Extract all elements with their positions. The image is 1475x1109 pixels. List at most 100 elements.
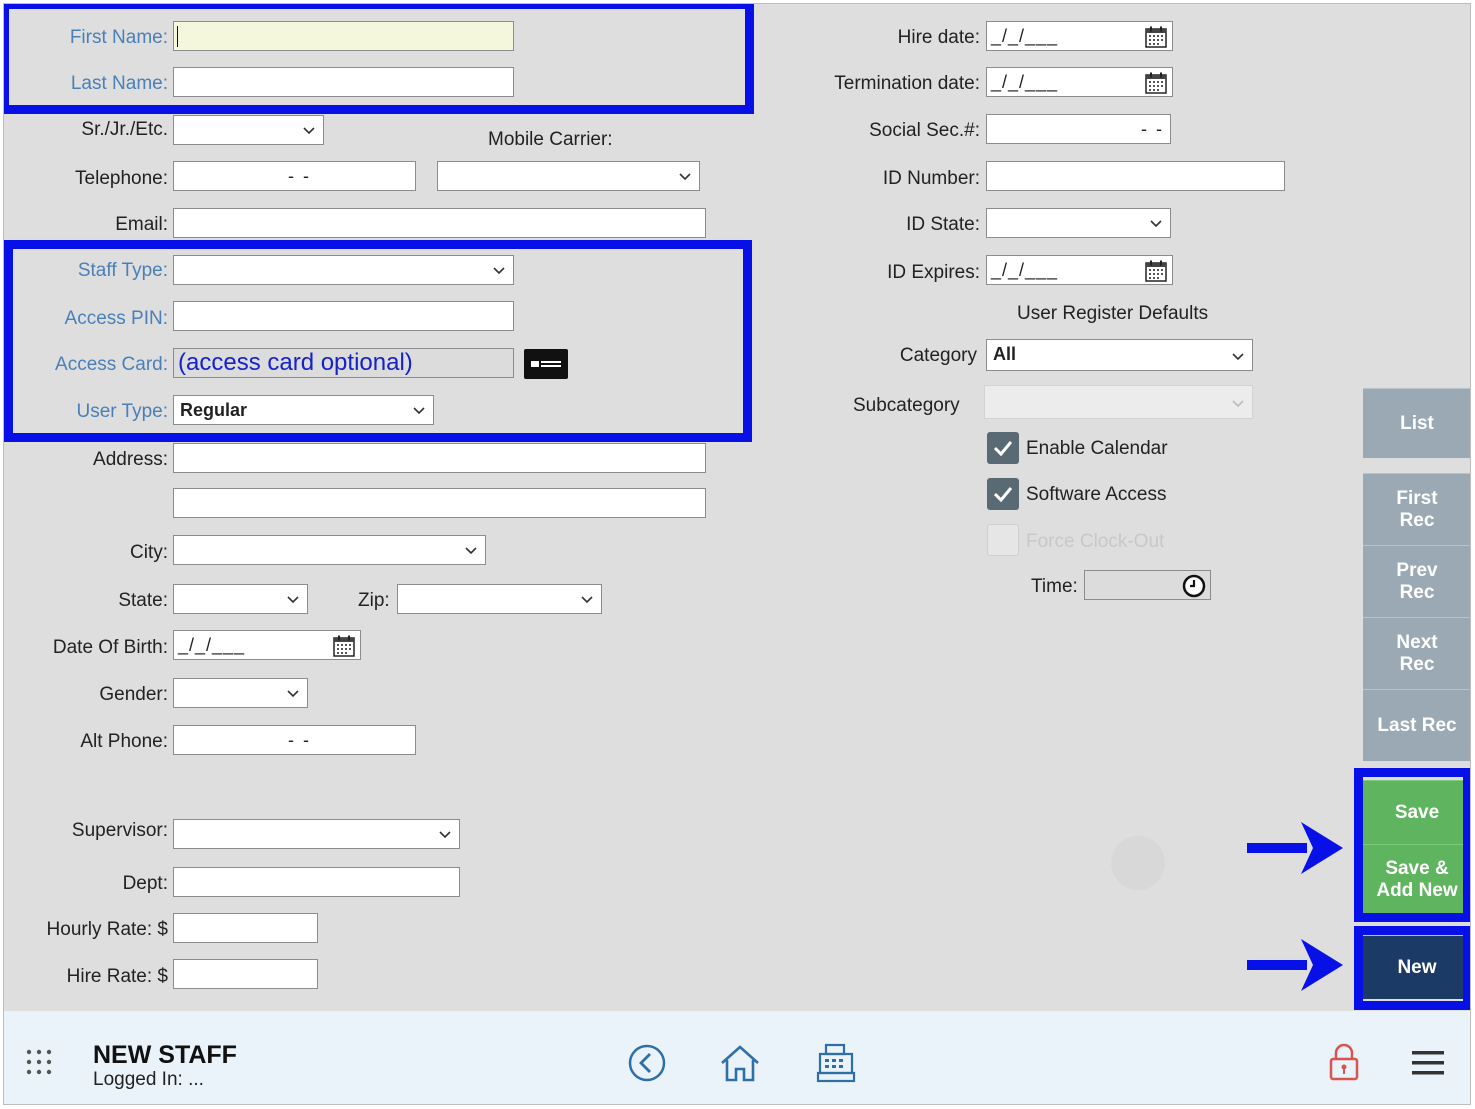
prev-rec-button[interactable]: Prev Rec: [1363, 545, 1470, 617]
chevron-down-icon: [287, 596, 299, 604]
hourly-rate-label: Hourly Rate: $: [46, 919, 168, 940]
email-label: Email:: [115, 214, 168, 235]
chevron-down-icon: [1232, 400, 1244, 408]
faint-circle: [1111, 836, 1165, 890]
address-line2-input[interactable]: [173, 488, 706, 518]
time-input[interactable]: [1084, 570, 1211, 600]
software-access-checkbox[interactable]: [987, 478, 1019, 510]
chevron-down-icon: [287, 690, 299, 698]
supervisor-label: Supervisor:: [71, 820, 168, 841]
hourly-rate-input[interactable]: [173, 913, 318, 943]
enable-calendar-checkbox[interactable]: [987, 432, 1019, 464]
chevron-down-icon: [465, 547, 477, 555]
home-icon[interactable]: [718, 1041, 762, 1085]
apps-grid-icon[interactable]: [25, 1048, 55, 1078]
zip-label: Zip:: [358, 590, 390, 611]
city-label: City:: [130, 542, 168, 563]
hire-date-mask: _/_/___: [991, 26, 1059, 46]
hire-rate-label: Hire Rate: $: [66, 966, 168, 987]
first-rec-button[interactable]: First Rec: [1363, 473, 1470, 545]
list-button[interactable]: List: [1363, 388, 1470, 458]
subcategory-label: Subcategory: [853, 395, 960, 416]
id-expires-input[interactable]: _/_/___: [986, 255, 1173, 285]
gender-select[interactable]: [173, 678, 308, 708]
cash-register-icon[interactable]: [814, 1041, 858, 1085]
id-state-select[interactable]: [986, 208, 1171, 238]
access-fields-highlight: [4, 240, 752, 442]
next-rec-button[interactable]: Next Rec: [1363, 617, 1470, 689]
dept-label: Dept:: [122, 873, 168, 894]
chevron-down-icon: [1150, 220, 1162, 228]
suffix-select[interactable]: [173, 115, 324, 145]
hire-rate-input[interactable]: [173, 959, 318, 989]
register-defaults-heading: User Register Defaults: [1017, 303, 1209, 324]
checkmark-icon: [993, 487, 1013, 503]
new-button-highlight: [1354, 926, 1470, 1010]
enable-calendar-label: Enable Calendar: [1026, 438, 1168, 459]
alt-phone-input[interactable]: - -: [173, 725, 416, 755]
address-line1-input[interactable]: [173, 443, 706, 473]
logged-in-text: Logged In: ...: [93, 1069, 204, 1090]
suffix-label: Sr./Jr./Etc.: [81, 119, 168, 140]
last-rec-button[interactable]: Last Rec: [1363, 689, 1470, 761]
ssn-input[interactable]: - -: [986, 114, 1171, 144]
footer-bar: NEW STAFF Logged In: ...: [4, 1011, 1470, 1104]
alt-phone-label: Alt Phone:: [80, 731, 168, 752]
mobile-carrier-select[interactable]: [437, 161, 700, 191]
back-icon[interactable]: [627, 1043, 667, 1083]
id-expires-label: ID Expires:: [887, 262, 980, 283]
arrow-right-icon: [1247, 822, 1343, 874]
calendar-icon[interactable]: [332, 634, 356, 658]
termination-date-label: Termination date:: [834, 73, 980, 94]
dob-mask: _/_/___: [178, 635, 246, 655]
telephone-input[interactable]: - -: [173, 161, 416, 191]
termination-date-mask: _/_/___: [991, 72, 1059, 92]
id-state-label: ID State:: [906, 214, 980, 235]
page-title: NEW STAFF: [93, 1041, 237, 1069]
chevron-down-icon: [581, 596, 593, 604]
time-label: Time:: [1031, 576, 1078, 597]
email-input[interactable]: [173, 208, 706, 238]
id-number-input[interactable]: [986, 161, 1285, 191]
chevron-down-icon: [679, 173, 691, 181]
category-select[interactable]: All: [986, 339, 1253, 371]
hire-date-input[interactable]: _/_/___: [986, 21, 1173, 51]
hamburger-menu-icon[interactable]: [1410, 1048, 1446, 1078]
force-clock-out-label: Force Clock-Out: [1026, 531, 1165, 552]
force-clock-out-checkbox[interactable]: [987, 524, 1019, 556]
category-value: All: [993, 344, 1017, 364]
alt-phone-mask: - -: [288, 730, 311, 750]
supervisor-select[interactable]: [173, 819, 460, 849]
zip-select[interactable]: [397, 584, 602, 614]
id-number-label: ID Number:: [882, 168, 980, 189]
chevron-down-icon: [1232, 353, 1244, 361]
city-select[interactable]: [173, 535, 486, 565]
dob-label: Date Of Birth:: [52, 637, 168, 658]
telephone-mask: - -: [288, 166, 311, 186]
calendar-icon[interactable]: [1144, 71, 1168, 95]
name-fields-highlight: [4, 4, 754, 114]
gender-label: Gender:: [99, 684, 168, 705]
id-expires-mask: _/_/___: [991, 260, 1059, 280]
clock-icon[interactable]: [1182, 574, 1206, 598]
chevron-down-icon: [439, 831, 451, 839]
subcategory-select[interactable]: [984, 385, 1253, 419]
hire-date-label: Hire date:: [897, 27, 980, 48]
calendar-icon[interactable]: [1144, 259, 1168, 283]
software-access-label: Software Access: [1026, 484, 1167, 505]
category-label: Category: [899, 345, 977, 366]
termination-date-input[interactable]: _/_/___: [986, 67, 1173, 97]
state-label: State:: [118, 590, 168, 611]
telephone-label: Telephone:: [75, 168, 168, 189]
lock-icon[interactable]: [1327, 1041, 1361, 1083]
mobile-carrier-label: Mobile Carrier:: [488, 129, 613, 150]
address-label: Address:: [93, 449, 168, 470]
chevron-down-icon: [303, 127, 315, 135]
save-buttons-highlight: [1354, 768, 1470, 922]
ssn-label: Social Sec.#:: [869, 120, 980, 141]
calendar-icon[interactable]: [1144, 25, 1168, 49]
state-select[interactable]: [173, 584, 308, 614]
dob-input[interactable]: _/_/___: [173, 630, 361, 660]
dept-input[interactable]: [173, 867, 460, 897]
checkmark-icon: [993, 441, 1013, 457]
